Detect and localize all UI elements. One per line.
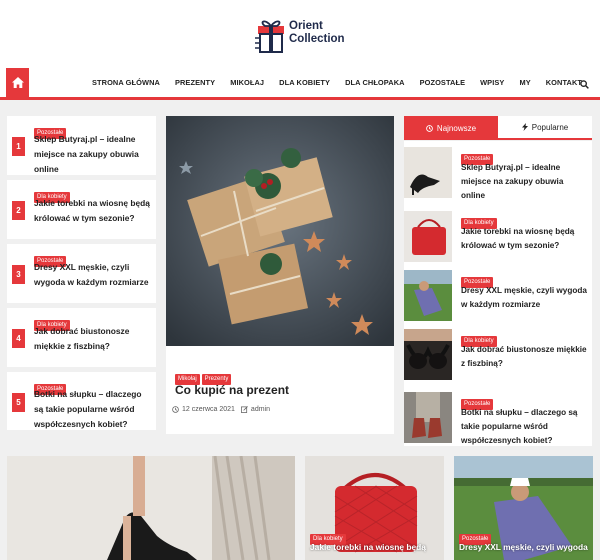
nav-item-dla-kobiety[interactable]: DLA KOBIETY bbox=[279, 78, 330, 87]
nav-item-wpisy[interactable]: WPISY bbox=[480, 78, 504, 87]
list-number: 4 bbox=[12, 329, 25, 348]
edit-icon bbox=[240, 406, 248, 413]
list-number: 1 bbox=[12, 137, 25, 156]
nav-items: STRONA GŁÓWNA PREZENTY MIKOŁAJ DLA KOBIE… bbox=[92, 68, 582, 97]
search-button[interactable] bbox=[580, 76, 592, 89]
post-thumbnail[interactable] bbox=[404, 270, 452, 321]
gift-logo-icon bbox=[255, 20, 284, 53]
heels-thumb bbox=[404, 147, 452, 198]
bottom-post-card[interactable]: Pozostałe Dresy XXL męskie, czyli wygoda bbox=[454, 456, 593, 560]
bolt-icon bbox=[521, 123, 528, 131]
bottom-post-card[interactable]: Dla kobiety Jakie torebki na wiosnę będą bbox=[305, 456, 444, 560]
bottom-post-card[interactable] bbox=[7, 456, 295, 560]
boots-thumb bbox=[404, 392, 452, 443]
list-item[interactable]: 2 Dla kobiety Jakie torebki na wiosnę bę… bbox=[7, 180, 156, 239]
tab-popular-label: Popularne bbox=[531, 122, 569, 132]
bra-thumb bbox=[404, 329, 452, 380]
list-item[interactable]: 3 Pozostałe Dresy XXL męskie, czyli wygo… bbox=[7, 244, 156, 303]
post-author[interactable]: admin bbox=[251, 406, 270, 413]
post-thumbnail[interactable] bbox=[404, 329, 452, 380]
featured-meta: 12 czerwca 2021 admin bbox=[172, 406, 270, 413]
list-item[interactable]: Dla kobiety Jak dobrać biustonosze miękk… bbox=[404, 323, 592, 380]
nav-item-kontakt[interactable]: KONTAKT bbox=[546, 78, 582, 87]
featured-image-gifts[interactable] bbox=[166, 116, 394, 346]
list-item[interactable]: Pozostałe Dresy XXL męskie, czyli wygoda… bbox=[404, 264, 592, 321]
post-title[interactable]: Botki na słupku – dlaczego są takie popu… bbox=[34, 387, 152, 432]
gifts-photo bbox=[166, 116, 394, 346]
nav-item-pozostale[interactable]: POZOSTAŁE bbox=[420, 78, 466, 87]
post-thumbnail[interactable] bbox=[404, 392, 452, 443]
brand-line-2: Collection bbox=[289, 33, 345, 45]
heels-photo bbox=[7, 456, 295, 560]
post-title[interactable]: Dresy XXL męskie, czyli wygoda w każdym … bbox=[34, 260, 152, 290]
list-item[interactable]: 1 Pozostałe Sklep Butyraj.pl – idealne m… bbox=[7, 116, 156, 175]
tracksuit-thumb bbox=[404, 270, 452, 321]
post-title[interactable]: Jak dobrać biustonosze miękkie z fiszbin… bbox=[461, 343, 589, 371]
list-item[interactable]: Dla kobiety Jakie torebki na wiosnę będą… bbox=[404, 205, 592, 262]
nav-item-strona-glowna[interactable]: STRONA GŁÓWNA bbox=[92, 78, 160, 87]
home-icon bbox=[11, 77, 24, 88]
nav-item-dla-chlopaka[interactable]: DLA CHŁOPAKA bbox=[345, 78, 405, 87]
brand-name: Orient Collection bbox=[289, 20, 345, 46]
tab-newest[interactable]: Najnowsze bbox=[404, 116, 498, 140]
nav-item-my[interactable]: MY bbox=[519, 78, 530, 87]
site-logo[interactable]: Orient Collection bbox=[255, 16, 355, 54]
list-item[interactable]: 5 Pozostałe Botki na słupku – dlaczego s… bbox=[7, 372, 156, 430]
tab-popular[interactable]: Popularne bbox=[498, 116, 592, 140]
post-title[interactable]: Sklep Butyraj.pl – idealne miejsce na za… bbox=[34, 132, 152, 177]
post-title[interactable]: Jakie torebki na wiosnę będą królować w … bbox=[461, 225, 589, 253]
red-handbag-thumb bbox=[404, 211, 452, 262]
tab-newest-label: Najnowsze bbox=[436, 123, 477, 133]
featured-post: Mikołaj Prezenty Co kupić na prezent 12 c… bbox=[166, 116, 394, 434]
search-icon bbox=[580, 80, 589, 89]
brand-line-1: Orient bbox=[289, 20, 323, 32]
clock-icon bbox=[172, 406, 179, 413]
post-title[interactable]: Jakie torebki na wiosnę będą bbox=[310, 542, 426, 552]
list-item[interactable]: Pozostałe Sklep Butyraj.pl – idealne mie… bbox=[404, 141, 592, 200]
nav-item-mikolaj[interactable]: MIKOŁAJ bbox=[230, 78, 264, 87]
post-title[interactable]: Jak dobrać biustonosze miękkie z fiszbin… bbox=[34, 324, 152, 354]
post-title[interactable]: Sklep Butyraj.pl – idealne miejsce na za… bbox=[461, 161, 589, 203]
post-title[interactable]: Dresy XXL męskie, czyli wygoda w każdym … bbox=[461, 284, 589, 312]
nav-item-prezenty[interactable]: PREZENTY bbox=[175, 78, 215, 87]
main-nav: STRONA GŁÓWNA PREZENTY MIKOŁAJ DLA KOBIE… bbox=[0, 68, 600, 100]
post-thumbnail[interactable] bbox=[404, 211, 452, 262]
home-button[interactable] bbox=[6, 68, 29, 97]
list-item[interactable]: 4 Dla kobiety Jak dobrać biustonosze mię… bbox=[7, 308, 156, 367]
site-header: Orient Collection bbox=[0, 0, 600, 68]
list-number: 2 bbox=[12, 201, 25, 220]
clock-icon bbox=[426, 124, 433, 132]
list-number: 5 bbox=[12, 393, 25, 412]
post-date[interactable]: 12 czerwca 2021 bbox=[182, 406, 235, 413]
newest-posts-panel: Pozostałe Sklep Butyraj.pl – idealne mie… bbox=[404, 141, 592, 446]
post-title[interactable]: Dresy XXL męskie, czyli wygoda bbox=[459, 542, 588, 552]
post-title[interactable]: Botki na słupku – dlaczego są takie popu… bbox=[461, 406, 589, 448]
post-title[interactable]: Jakie torebki na wiosnę będą królować w … bbox=[34, 196, 152, 226]
post-thumbnail[interactable] bbox=[404, 147, 452, 198]
list-number: 3 bbox=[12, 265, 25, 284]
list-item[interactable]: Pozostałe Botki na słupku – dlaczego są … bbox=[404, 386, 592, 445]
featured-title[interactable]: Co kupić na prezent bbox=[175, 383, 289, 397]
